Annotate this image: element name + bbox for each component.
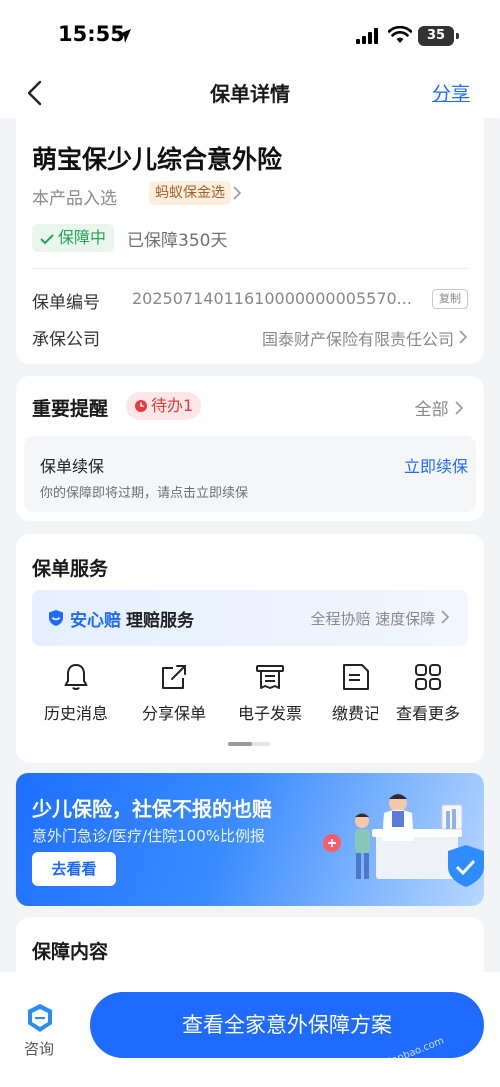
product-name: 萌宝保少儿综合意外险 bbox=[32, 145, 283, 174]
receipt-icon bbox=[256, 665, 284, 689]
divider bbox=[32, 268, 468, 269]
policy-number-value: 20250714011610000000005570... bbox=[132, 289, 412, 308]
reminder-title: 保单续保 bbox=[40, 457, 105, 476]
claim-brand: 安心赔 bbox=[70, 611, 121, 631]
battery-level: 35 bbox=[426, 28, 446, 43]
service-e-invoice[interactable]: 电子发票 bbox=[228, 662, 312, 724]
service-share-policy[interactable]: 分享保单 bbox=[132, 662, 216, 724]
services-scroll-indicator bbox=[228, 742, 270, 746]
service-view-more[interactable]: 查看更多 bbox=[386, 662, 470, 724]
banner-subtitle: 意外门急诊/医疗/住院100%比例报 bbox=[32, 827, 265, 845]
share-icon bbox=[162, 665, 186, 689]
page-title: 保单详情 bbox=[210, 82, 290, 106]
chevron-right-icon bbox=[233, 186, 242, 200]
service-label: 历史消息 bbox=[43, 704, 108, 723]
policy-summary-card: 萌宝保少儿综合意外险 本产品入选 蚂蚁保金选 保障中 已保障350天 保单编号 … bbox=[16, 118, 484, 364]
all-label: 全部 bbox=[414, 400, 449, 420]
grid-icon bbox=[415, 664, 441, 690]
reminders-title: 重要提醒 bbox=[32, 398, 109, 420]
claim-service-label: 理赔服务 bbox=[126, 611, 194, 631]
bell-icon bbox=[64, 664, 88, 690]
insurer-label: 承保公司 bbox=[32, 330, 100, 350]
status-badge: 保障中 bbox=[32, 224, 115, 252]
todo-label: 待办1 bbox=[151, 396, 194, 415]
wifi-icon bbox=[388, 26, 412, 43]
claim-tags: 全程协赔 速度保障 bbox=[310, 608, 450, 629]
service-payment-records[interactable]: 缴费记 bbox=[326, 662, 378, 724]
covered-days: 已保障350天 bbox=[127, 231, 228, 251]
policy-number-label: 保单编号 bbox=[32, 293, 100, 313]
service-history-messages[interactable]: 历史消息 bbox=[34, 662, 118, 724]
renew-now-button[interactable]: 立即续保 bbox=[404, 453, 468, 477]
chevron-right-icon bbox=[459, 330, 468, 344]
banner-title: 少儿保险，社保不报的也赔 bbox=[32, 797, 272, 821]
shield-icon bbox=[49, 610, 63, 626]
clock-icon bbox=[135, 400, 147, 412]
consult-icon[interactable] bbox=[24, 1002, 56, 1034]
battery-indicator: 35 bbox=[418, 26, 459, 46]
claim-service-bar[interactable]: 安心赔 理赔服务 全程协赔 速度保障 bbox=[32, 590, 468, 646]
all-reminders-link[interactable]: 全部 bbox=[415, 395, 464, 420]
insurer-value[interactable]: 国泰财产保险有限责任公司 bbox=[262, 326, 454, 350]
ant-selection-tag[interactable]: 蚂蚁保金选 bbox=[149, 181, 231, 205]
service-label: 查看更多 bbox=[395, 704, 460, 723]
nav-bar: 保单详情 分享 bbox=[0, 70, 500, 118]
chevron-right-icon bbox=[455, 401, 464, 415]
reminder-desc: 你的保障即将过期，请点击立即续保 bbox=[40, 486, 249, 501]
signal-icon bbox=[356, 28, 378, 44]
selected-text: 本产品入选 bbox=[32, 189, 117, 209]
services-card: 保单服务 安心赔 理赔服务 全程协赔 速度保障 历史消息 分享保单 电子发票 缴… bbox=[16, 534, 484, 763]
service-label: 缴费记 bbox=[332, 704, 378, 723]
coverage-title: 保障内容 bbox=[32, 941, 109, 963]
services-title: 保单服务 bbox=[32, 558, 109, 580]
chevron-right-icon bbox=[441, 610, 450, 624]
status-bar: 15:55 35 bbox=[0, 0, 500, 70]
check-icon bbox=[40, 234, 54, 245]
share-link[interactable]: 分享 bbox=[432, 79, 470, 106]
reminders-card: 重要提醒 待办1 全部 保单续保 立即续保 你的保障即将过期，请点击立即续保 bbox=[16, 376, 484, 521]
promo-banner[interactable]: 少儿保险，社保不报的也赔 意外门急诊/医疗/住院100%比例报 去看看 bbox=[16, 773, 484, 906]
claim-tags-text: 全程协赔 速度保障 bbox=[310, 610, 436, 628]
banner-go-button[interactable]: 去看看 bbox=[32, 852, 116, 886]
payment-record-icon bbox=[343, 664, 369, 690]
todo-badge: 待办1 bbox=[126, 392, 202, 420]
scroll-thumb bbox=[228, 742, 252, 746]
bottom-bar: 咨询 查看全家意外保障方案 bbox=[0, 972, 500, 1087]
service-label: 分享保单 bbox=[141, 704, 206, 723]
status-time: 15:55 bbox=[58, 22, 125, 46]
status-label: 保障中 bbox=[58, 228, 107, 247]
service-label: 电子发票 bbox=[237, 704, 302, 723]
consult-label[interactable]: 咨询 bbox=[24, 1038, 54, 1059]
renewal-reminder[interactable]: 保单续保 立即续保 你的保障即将过期，请点击立即续保 bbox=[24, 436, 476, 512]
location-arrow-icon bbox=[117, 29, 131, 43]
copy-button[interactable]: 复制 bbox=[432, 289, 468, 309]
doctor-child-illustration bbox=[323, 794, 484, 887]
